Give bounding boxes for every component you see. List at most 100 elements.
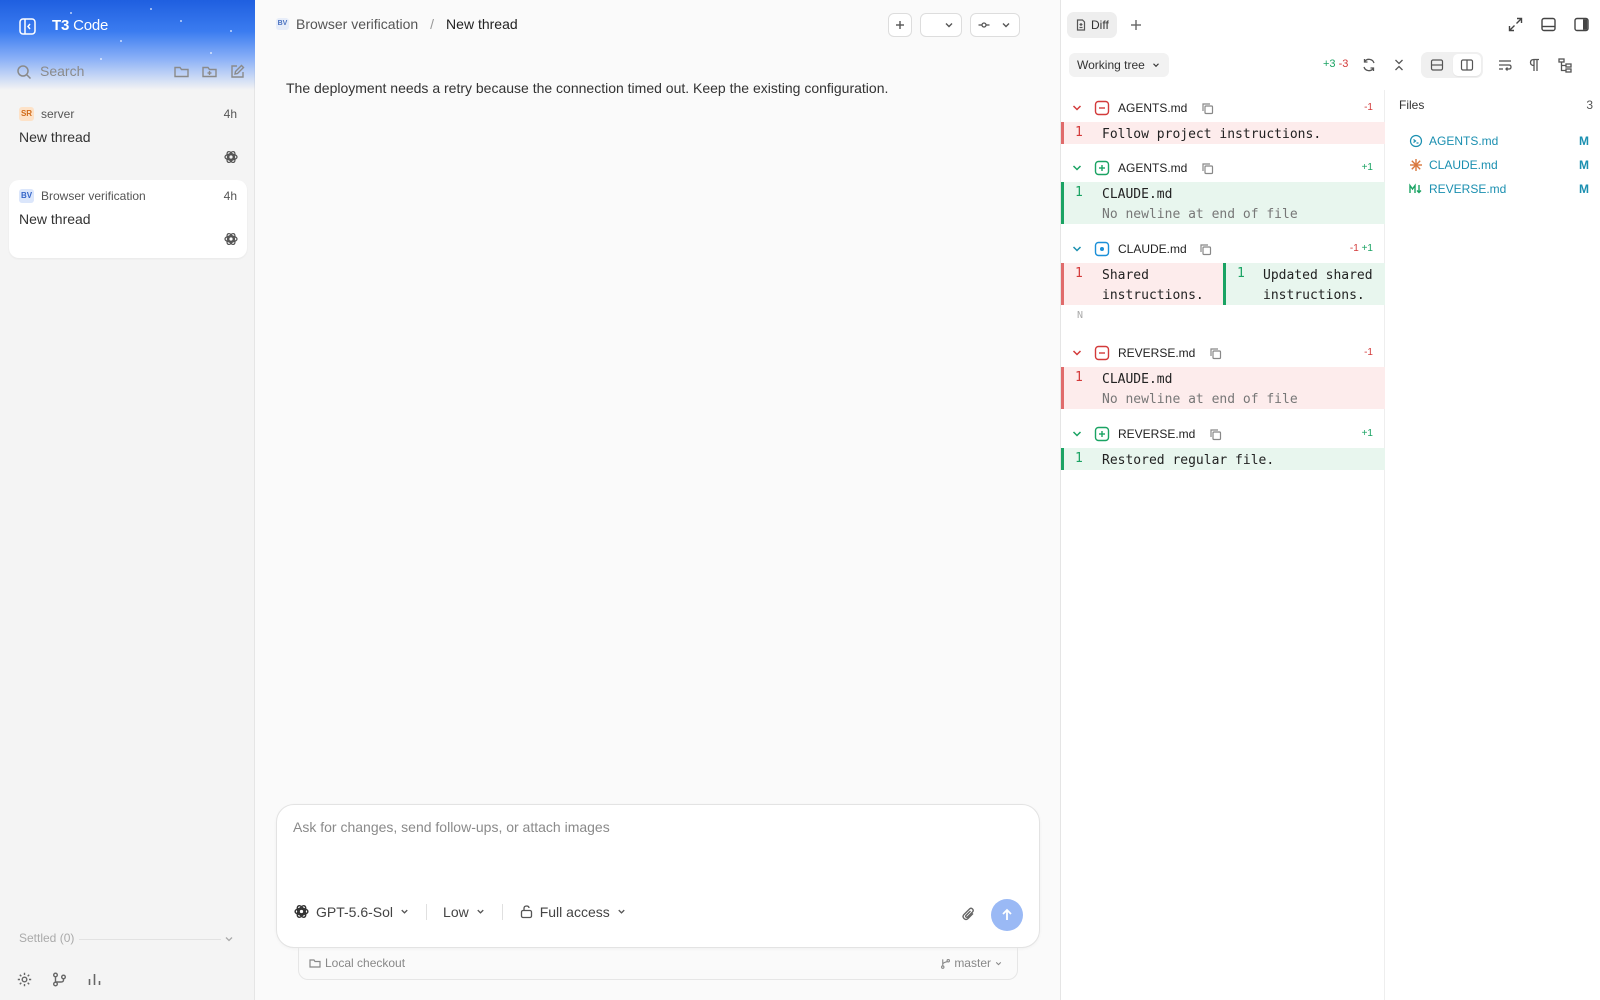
model-label: GPT-5.6-Sol: [316, 903, 394, 920]
split-view-button[interactable]: [1453, 54, 1481, 76]
file-status-badge: M: [1579, 158, 1589, 172]
expand-icon[interactable]: [1507, 16, 1524, 33]
chevron-down-icon[interactable]: [223, 933, 235, 945]
chevron-down-icon[interactable]: [1071, 162, 1083, 174]
sidebar-toggle-icon[interactable]: [18, 17, 37, 36]
line-text: CLAUDE.md: [1102, 372, 1173, 387]
effort-select[interactable]: Low: [443, 904, 486, 920]
refresh-icon[interactable]: [1361, 57, 1377, 73]
new-thread-icon[interactable]: [229, 63, 246, 80]
chevron-down-icon: [618, 909, 625, 914]
arrow-up-icon: [1002, 908, 1012, 920]
right-panel-icon[interactable]: [1573, 16, 1590, 33]
diff-line-deleted: 1 CLAUDE.md No newline at end of file: [1061, 367, 1385, 409]
composer-input[interactable]: Ask for changes, send follow-ups, or att…: [293, 819, 610, 835]
working-tree-label: Working tree: [1077, 58, 1145, 72]
line-number: 1: [1075, 370, 1083, 385]
thread-item-active[interactable]: BV Browser verification 4h New thread: [9, 180, 247, 258]
files-header: Files: [1399, 98, 1425, 112]
settings-icon[interactable]: [16, 971, 33, 988]
file-deleted-icon: [1094, 345, 1110, 361]
copy-icon[interactable]: [1209, 428, 1222, 441]
thread-item[interactable]: SR server 4h New thread: [9, 98, 247, 176]
git-branch-icon: [941, 958, 951, 969]
chevron-down-icon[interactable]: [1071, 428, 1083, 440]
branch-label: master: [954, 956, 991, 970]
sidebar-search[interactable]: Search: [14, 60, 246, 84]
add-project-icon[interactable]: [201, 63, 218, 80]
divider: [501, 903, 503, 920]
diff-stat-total: +3 -3: [1323, 58, 1349, 70]
file-list-item[interactable]: AGENTS.md M: [1409, 132, 1589, 150]
open-folder-icon[interactable]: [173, 63, 190, 80]
source-control-icon[interactable]: [51, 971, 68, 988]
copy-icon[interactable]: [1199, 243, 1212, 256]
bottom-panel-icon[interactable]: [1540, 16, 1557, 33]
view-mode-toggle: [1421, 52, 1483, 78]
unified-view-button[interactable]: [1423, 54, 1451, 76]
checkout-select[interactable]: Local checkout: [309, 956, 405, 970]
commit-dropdown[interactable]: [970, 13, 1020, 37]
tab-diff[interactable]: Diff: [1067, 12, 1117, 38]
send-button[interactable]: [991, 899, 1023, 931]
file-name: CLAUDE.md: [1429, 158, 1498, 172]
line-number: 1: [1075, 185, 1083, 200]
chevron-down-icon[interactable]: [1071, 243, 1083, 255]
divider: [79, 939, 221, 940]
chevron-down-icon: [995, 961, 1002, 965]
new-tab-icon[interactable]: [1129, 18, 1143, 32]
diff-file-count: -1 +1: [1349, 243, 1373, 254]
copy-icon[interactable]: [1209, 347, 1222, 360]
thread-project: server: [41, 107, 75, 121]
file-list-item[interactable]: CLAUDE.md M: [1409, 156, 1589, 174]
file-status-badge: M: [1579, 134, 1589, 148]
file-tree-icon[interactable]: [1557, 57, 1573, 73]
diff-line-added: 1 Updated shared instructions.: [1223, 263, 1385, 305]
line-text: CLAUDE.md: [1102, 187, 1173, 202]
project-badge: SR: [19, 107, 34, 121]
diff-file-count: -1: [1364, 347, 1373, 358]
action-dropdown[interactable]: [920, 13, 962, 37]
page-title: New thread: [446, 16, 518, 32]
working-tree-select[interactable]: Working tree: [1069, 53, 1169, 77]
word-wrap-icon[interactable]: [1497, 57, 1513, 73]
copy-icon[interactable]: [1201, 102, 1214, 115]
settled-section[interactable]: Settled (0): [19, 931, 235, 945]
diff-file-header[interactable]: AGENTS.md +1: [1061, 154, 1385, 182]
file-list-item[interactable]: REVERSE.md M: [1409, 180, 1589, 198]
usage-chart-icon[interactable]: [86, 971, 103, 988]
chevron-down-icon[interactable]: [1071, 347, 1083, 359]
breadcrumb-project[interactable]: Browser verification: [296, 16, 418, 32]
diff-file-header[interactable]: AGENTS.md -1: [1061, 94, 1385, 122]
search-label[interactable]: Search: [40, 63, 84, 79]
markdown-file-icon: [1409, 183, 1422, 194]
header-actions: [888, 13, 1020, 37]
claude-file-icon: [1410, 159, 1422, 171]
unified-view-icon: [1430, 59, 1444, 71]
file-status-badge: M: [1579, 182, 1589, 196]
chevron-down-icon: [1152, 63, 1159, 68]
whitespace-icon[interactable]: [1527, 57, 1543, 73]
diff-file-header[interactable]: CLAUDE.md -1 +1: [1061, 235, 1385, 263]
diff-line-added: 1 Restored regular file.: [1061, 448, 1385, 470]
model-select[interactable]: GPT-5.6-Sol: [293, 903, 410, 920]
diff-file-count: +1: [1361, 428, 1373, 439]
line-number: 1: [1075, 125, 1083, 140]
composer: Ask for changes, send follow-ups, or att…: [276, 804, 1040, 948]
file-modified-icon: [1094, 241, 1110, 257]
composer-toolbar: GPT-5.6-Sol Low Full access: [293, 903, 627, 920]
thread-time: 4h: [223, 189, 237, 203]
diff-file-header[interactable]: REVERSE.md +1: [1061, 420, 1385, 448]
diff-file-header[interactable]: REVERSE.md -1: [1061, 339, 1385, 367]
access-select[interactable]: Full access: [519, 904, 627, 920]
diff-line-deleted: 1 Shared instructions.: [1061, 263, 1223, 305]
collapse-all-icon[interactable]: [1391, 57, 1407, 73]
chevron-down-icon: [1002, 23, 1010, 28]
attach-icon[interactable]: [960, 906, 977, 923]
copy-icon[interactable]: [1201, 162, 1214, 175]
openai-icon: [223, 231, 239, 247]
add-button[interactable]: [888, 13, 912, 37]
diff-file-name: AGENTS.md: [1118, 101, 1188, 115]
chevron-down-icon[interactable]: [1071, 102, 1083, 114]
branch-select[interactable]: master: [940, 956, 1003, 970]
